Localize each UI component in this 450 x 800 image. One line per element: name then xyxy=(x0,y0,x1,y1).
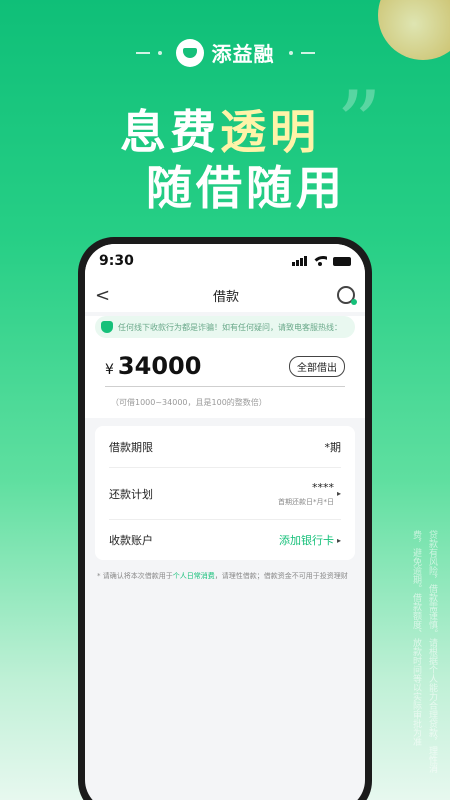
chevron-right-icon: ▸ xyxy=(336,489,341,498)
fraud-notice[interactable]: 任何线下收款行为都是诈骗！如有任何疑问，请致电客服热线： xyxy=(95,316,355,338)
chevron-right-icon: ▸ xyxy=(336,535,341,545)
decor-dot-right xyxy=(288,50,293,55)
usage-disclaimer: * 请确认将本次借款用于个人日常消费，请理性借款；借款资金不可用于投资理财 xyxy=(85,560,365,582)
signal-icon xyxy=(292,256,307,266)
back-button[interactable]: < xyxy=(95,285,115,306)
currency-symbol: ¥ xyxy=(105,362,114,378)
first-repayment-date: 首期还款日*月*日 xyxy=(277,497,334,506)
notice-wrap: 任何线下收款行为都是诈骗！如有任何疑问，请致电客服热线： xyxy=(85,316,365,340)
amount-input-row[interactable]: ¥ 34000 全部借出 xyxy=(105,346,345,387)
status-icons xyxy=(292,256,351,266)
repayment-plan-value: **** xyxy=(311,480,334,494)
usage-disclaimer-pre: * 请确认将本次借款用于 xyxy=(97,572,173,580)
brand-name: 添益融 xyxy=(211,42,275,66)
amount-value[interactable]: 34000 xyxy=(118,352,202,380)
status-time: 9:30 xyxy=(99,253,134,269)
status-bar: 9:30 xyxy=(85,244,365,278)
receiving-account-row[interactable]: 收款账户 添加银行卡 ▸ xyxy=(109,520,341,560)
nav-bar: < 借款 xyxy=(85,278,365,312)
loan-term-row[interactable]: 借款期限 *期 xyxy=(109,426,341,468)
borrow-all-button[interactable]: 全部借出 xyxy=(289,355,345,377)
usage-disclaimer-post: ，请理性借款；借款资金不可用于投资理财 xyxy=(214,572,348,580)
shield-icon xyxy=(101,321,113,333)
phone-mockup: 9:30 < 借款 任何线下收款行为都是诈骗！如有任何疑问，请致电客服热线： ¥ xyxy=(78,237,372,800)
amount-range-hint: （可借1000~34000，且是100的整数倍） xyxy=(111,398,267,407)
wifi-icon xyxy=(313,256,327,266)
repayment-plan-row[interactable]: 还款计划 **** 首期还款日*月*日 ▸ xyxy=(109,468,341,520)
headline-highlight: 透明 xyxy=(220,105,320,159)
add-bank-card-wrap: 添加银行卡 ▸ xyxy=(279,532,341,548)
customer-service-icon[interactable] xyxy=(336,286,357,305)
receiving-account-label: 收款账户 xyxy=(109,534,153,547)
loan-term-label: 借款期限 xyxy=(109,440,153,454)
amount-display: ¥ 34000 xyxy=(105,352,201,380)
amount-card: ¥ 34000 全部借出 （可借1000~34000，且是100的整数倍） xyxy=(85,340,365,418)
page-title: 借款 xyxy=(212,289,239,305)
loan-term-value: *期 xyxy=(324,440,342,454)
fraud-notice-text: 任何线下收款行为都是诈骗！如有任何疑问，请致电客服热线： xyxy=(118,322,342,332)
battery-icon xyxy=(333,256,351,266)
loan-form-card: 借款期限 *期 还款计划 **** 首期还款日*月*日 ▸ 收款账户 添加银行卡… xyxy=(95,426,355,560)
phone-screen: 9:30 < 借款 任何线下收款行为都是诈骗！如有任何疑问，请致电客服热线： ¥ xyxy=(85,244,365,800)
add-bank-card-link[interactable]: 添加银行卡 xyxy=(279,532,334,548)
side-disclaimer: 贷款有风险，借款需谨慎。请根据个人能力合理贷款，理性消费，避免逾期。借款额度、放… xyxy=(411,530,437,773)
repayment-plan-right: **** 首期还款日*月*日 ▸ xyxy=(278,481,341,507)
decor-line-right xyxy=(300,51,315,54)
repayment-plan-label: 还款计划 xyxy=(109,487,153,501)
headline-line2: 随借随用 xyxy=(146,161,346,215)
usage-purpose-link[interactable]: 个人日常消费 xyxy=(173,572,215,580)
repayment-plan-values: **** 首期还款日*月*日 xyxy=(278,481,334,507)
brand-logo-icon xyxy=(175,38,204,67)
headline-part1: 息费 xyxy=(120,105,220,159)
decor-dot-left xyxy=(157,50,162,55)
brand-header: 添益融 xyxy=(0,38,450,67)
decor-line-left xyxy=(135,51,150,54)
